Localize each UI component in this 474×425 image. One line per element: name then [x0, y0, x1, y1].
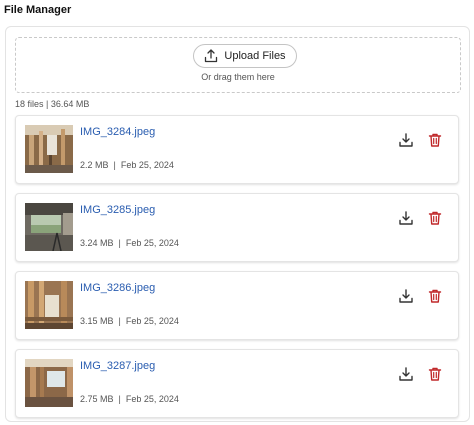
file-name-link[interactable]: IMG_3286.jpeg [80, 282, 155, 294]
file-meta: 2.2 MB | Feb 25, 2024 [80, 160, 174, 170]
file-item: IMG_3286.jpeg 3.15 MB | Feb 25, 2024 [15, 271, 459, 340]
upload-button-label: Upload Files [224, 50, 286, 62]
upload-dropzone[interactable]: Upload Files Or drag them here [15, 37, 461, 93]
file-item: IMG_3284.jpeg 2.2 MB | Feb 25, 2024 [15, 115, 459, 184]
files-summary: 18 files | 36.64 MB [15, 99, 90, 109]
file-meta: 3.15 MB | Feb 25, 2024 [80, 316, 179, 326]
file-name-link[interactable]: IMG_3287.jpeg [80, 360, 155, 372]
delete-button[interactable] [426, 367, 444, 385]
trash-icon [427, 288, 443, 309]
download-icon [398, 132, 414, 153]
download-button[interactable] [397, 366, 415, 387]
file-list: IMG_3284.jpeg 2.2 MB | Feb 25, 2024 IMG_… [15, 115, 459, 421]
download-icon [398, 210, 414, 231]
trash-icon [427, 132, 443, 153]
file-thumbnail[interactable] [25, 203, 73, 251]
download-button[interactable] [397, 210, 415, 231]
upload-files-button[interactable]: Upload Files [193, 44, 297, 68]
drag-hint: Or drag them here [201, 72, 275, 82]
trash-icon [427, 366, 443, 387]
file-thumbnail[interactable] [25, 359, 73, 407]
download-button[interactable] [397, 288, 415, 309]
file-item: IMG_3287.jpeg 2.75 MB | Feb 25, 2024 [15, 349, 459, 418]
file-thumbnail[interactable] [25, 281, 73, 329]
download-icon [398, 366, 414, 387]
delete-button[interactable] [426, 211, 444, 229]
file-item: IMG_3285.jpeg 3.24 MB | Feb 25, 2024 [15, 193, 459, 262]
file-manager-panel: Upload Files Or drag them here 18 files … [5, 26, 470, 422]
file-name-link[interactable]: IMG_3284.jpeg [80, 126, 155, 138]
download-icon [398, 288, 414, 309]
file-meta: 3.24 MB | Feb 25, 2024 [80, 238, 179, 248]
file-name-link[interactable]: IMG_3285.jpeg [80, 204, 155, 216]
delete-button[interactable] [426, 289, 444, 307]
delete-button[interactable] [426, 133, 444, 151]
upload-icon [204, 49, 218, 63]
page-title: File Manager [4, 4, 72, 16]
file-meta: 2.75 MB | Feb 25, 2024 [80, 394, 179, 404]
download-button[interactable] [397, 132, 415, 153]
trash-icon [427, 210, 443, 231]
file-thumbnail[interactable] [25, 125, 73, 173]
